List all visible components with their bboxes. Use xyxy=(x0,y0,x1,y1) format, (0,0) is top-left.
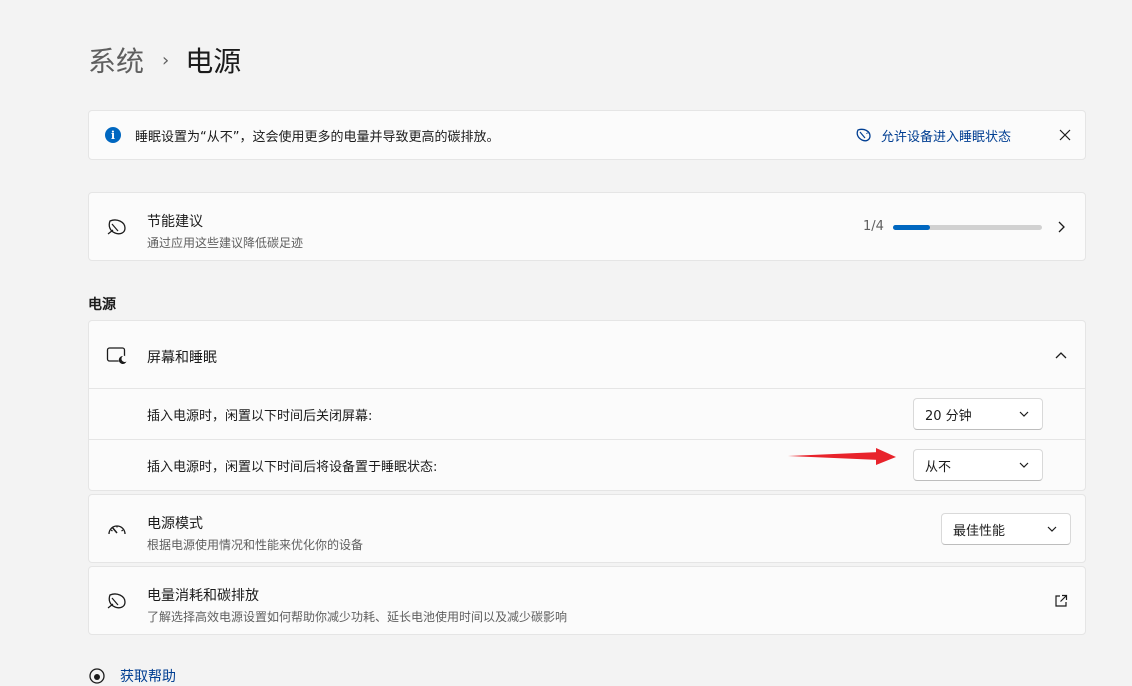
sleep-value: 从不 xyxy=(925,459,952,475)
power-mode-gauge-icon xyxy=(105,517,129,541)
chevron-right-icon xyxy=(1051,217,1071,237)
get-help-label: 获取帮助 xyxy=(120,669,176,685)
screen-off-value: 20 分钟 xyxy=(925,408,972,424)
close-icon[interactable] xyxy=(1055,125,1075,145)
external-link-icon xyxy=(1051,591,1071,611)
info-icon: i xyxy=(105,127,121,143)
page-title: 电源 xyxy=(185,45,242,78)
breadcrumb-parent-system[interactable]: 系统 xyxy=(88,40,144,80)
chevron-down-icon xyxy=(1046,523,1058,535)
screen-off-dropdown[interactable]: 20 分钟 xyxy=(913,398,1043,430)
chevron-down-icon xyxy=(1018,408,1030,420)
breadcrumb: 系统 › 电源 xyxy=(88,40,241,80)
power-carbon-card[interactable]: 电量消耗和碳排放 了解选择高效电源设置如何帮助你减少功耗、延长电池使用时间以及减… xyxy=(88,566,1086,635)
carbon-title: 电量消耗和碳排放 xyxy=(147,588,259,604)
screen-sleep-title: 屏幕和睡眠 xyxy=(147,350,217,366)
infobar-message: 睡眠设置为“从不”，这会使用更多的电量并导致更高的碳排放。 xyxy=(135,129,500,145)
screen-off-label: 插入电源时，闲置以下时间后关闭屏幕: xyxy=(147,409,373,424)
leaf-sleep-icon: z xyxy=(856,128,871,142)
recommendations-progress-text: 1/4 xyxy=(863,219,884,234)
allow-sleep-link-label: 允许设备进入睡眠状态 xyxy=(881,129,1012,145)
chevron-up-icon xyxy=(1051,345,1071,365)
power-mode-subtitle: 根据电源使用情况和性能来优化你的设备 xyxy=(147,538,364,552)
get-help-link[interactable]: 获取帮助 xyxy=(88,666,176,686)
power-section-heading: 电源 xyxy=(88,297,116,313)
energy-recommendations-card[interactable]: 节能建议 通过应用这些建议降低碳足迹 1/4 xyxy=(88,192,1086,261)
sleep-dropdown[interactable]: 从不 xyxy=(913,449,1043,481)
recommendations-progress-fill xyxy=(893,225,931,230)
chevron-down-icon xyxy=(1018,459,1030,471)
sleep-warning-infobar: i 睡眠设置为“从不”，这会使用更多的电量并导致更高的碳排放。 z 允许设备进入… xyxy=(88,110,1086,160)
energy-recommendations-subtitle: 通过应用这些建议降低碳足迹 xyxy=(147,236,304,250)
breadcrumb-separator: › xyxy=(162,49,170,71)
sleep-label: 插入电源时，闲置以下时间后将设备置于睡眠状态: xyxy=(147,460,438,475)
recommendations-progress-bar xyxy=(893,225,1042,230)
screen-off-row: 插入电源时，闲置以下时间后关闭屏幕: 20 分钟 xyxy=(89,389,1085,439)
sleep-row: 插入电源时，闲置以下时间后将设备置于睡眠状态: 从不 xyxy=(89,440,1085,490)
annotation-arrow-icon xyxy=(788,448,896,465)
leaf-icon xyxy=(105,215,129,239)
power-mode-title: 电源模式 xyxy=(147,516,203,532)
screen-sleep-icon xyxy=(105,343,129,367)
help-icon xyxy=(89,668,105,684)
screen-sleep-header[interactable]: 屏幕和睡眠 xyxy=(89,321,1085,389)
power-mode-card: 电源模式 根据电源使用情况和性能来优化你的设备 最佳性能 xyxy=(88,494,1086,563)
svg-text:z: z xyxy=(866,130,869,136)
leaf-icon xyxy=(105,589,129,613)
power-mode-dropdown[interactable]: 最佳性能 xyxy=(941,513,1071,545)
carbon-subtitle: 了解选择高效电源设置如何帮助你减少功耗、延长电池使用时间以及减少碳影响 xyxy=(147,610,568,624)
power-mode-value: 最佳性能 xyxy=(953,523,1006,539)
screen-sleep-expander: 屏幕和睡眠 插入电源时，闲置以下时间后关闭屏幕: 20 分钟 插入电源时，闲置以… xyxy=(88,320,1086,491)
energy-recommendations-title: 节能建议 xyxy=(147,214,203,230)
allow-sleep-link[interactable]: z 允许设备进入睡眠状态 xyxy=(855,111,1011,159)
